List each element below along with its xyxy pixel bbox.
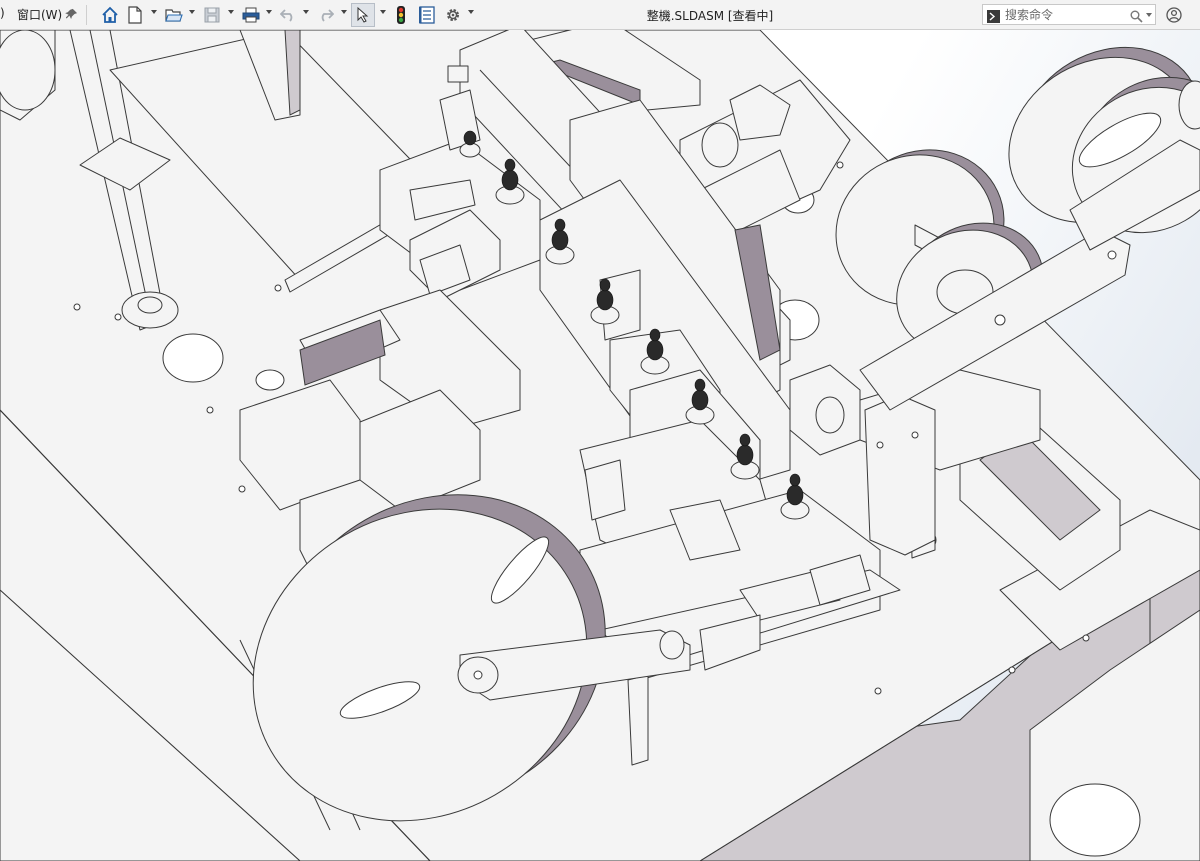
redo-icon[interactable] xyxy=(316,3,336,27)
options-dropdown-icon[interactable] xyxy=(468,10,474,14)
file-properties-icon[interactable] xyxy=(418,3,436,27)
redo-dropdown-icon[interactable] xyxy=(341,10,347,14)
search-input[interactable] xyxy=(1005,7,1125,22)
undo-dropdown-icon[interactable] xyxy=(303,10,309,14)
home-icon[interactable] xyxy=(100,3,120,27)
graphics-viewport[interactable]: .m { fill:#f4f4f4; stroke:#3a3a3a; strok… xyxy=(0,30,1200,861)
save-icon[interactable] xyxy=(202,3,222,27)
open-folder-icon[interactable] xyxy=(164,3,184,27)
search-dropdown-icon[interactable] xyxy=(1146,13,1152,17)
save-dropdown-icon[interactable] xyxy=(228,10,234,14)
user-account-icon[interactable] xyxy=(1164,3,1184,27)
select-dropdown-icon[interactable] xyxy=(380,10,386,14)
new-dropdown-icon[interactable] xyxy=(151,10,157,14)
assembly-model[interactable]: .m { fill:#f4f4f4; stroke:#3a3a3a; strok… xyxy=(0,30,1200,861)
options-gear-icon[interactable] xyxy=(443,3,463,27)
print-dropdown-icon[interactable] xyxy=(266,10,272,14)
undo-icon[interactable] xyxy=(278,3,298,27)
pin-icon[interactable] xyxy=(64,3,80,27)
toolbar-separator xyxy=(86,5,87,25)
search-box[interactable] xyxy=(982,4,1156,25)
command-prompt-icon xyxy=(987,8,1000,27)
document-title: 整機.SLDASM [查看中] xyxy=(646,9,774,23)
title-bar: ) 窗口(W) 整機.SLDASM [查看中] xyxy=(0,0,1200,30)
menu-partial-item[interactable]: ) xyxy=(0,6,5,20)
print-icon[interactable] xyxy=(240,3,262,27)
open-dropdown-icon[interactable] xyxy=(189,10,195,14)
magnifier-icon[interactable] xyxy=(1130,8,1143,27)
menu-window[interactable]: 窗口(W) xyxy=(17,6,62,23)
select-arrow-icon[interactable] xyxy=(351,3,375,27)
new-document-icon[interactable] xyxy=(126,3,144,27)
rebuild-traffic-light-icon[interactable] xyxy=(393,3,409,27)
